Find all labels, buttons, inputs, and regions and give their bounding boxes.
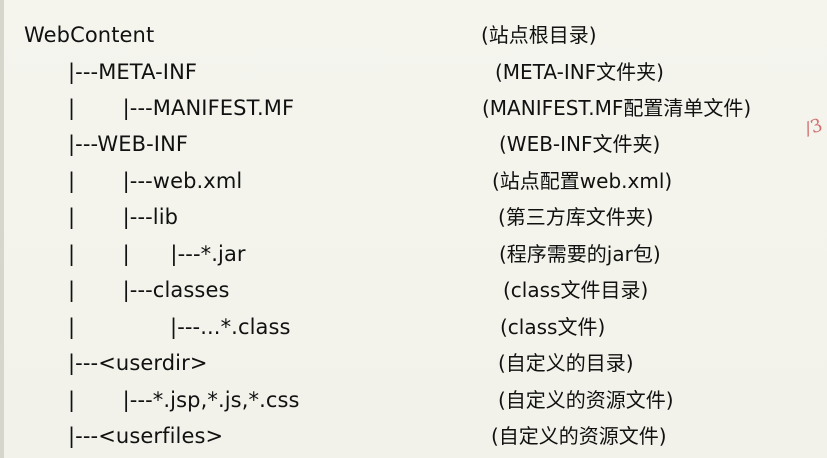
tree-row-class-files: | |---...*.class (class文件)	[0, 310, 827, 344]
tree-row-web-xml: | |---web.xml (站点配置web.xml)	[0, 164, 827, 198]
tree-row-webcontent: WebContent (站点根目录)	[0, 18, 827, 52]
tree-path-manifest: | |---MANIFEST.MF	[68, 96, 295, 120]
tree-path-classes: | |---classes	[68, 278, 230, 302]
tree-row-manifest: | |---MANIFEST.MF (MANIFEST.MF配置清单文件)	[0, 91, 827, 125]
tree-path-webcontent: WebContent	[24, 23, 155, 47]
tree-description-class-files: (class文件)	[500, 315, 606, 339]
tree-path-web-xml: | |---web.xml	[68, 169, 243, 193]
tree-description-lib: (第三方库文件夹)	[498, 205, 654, 229]
tree-row-userdir: |---<userdir> (自定义的目录)	[0, 346, 827, 380]
tree-row-classes: | |---classes (class文件目录)	[0, 273, 827, 307]
tree-path-web-inf: |---WEB-INF	[68, 132, 189, 156]
tree-description-user-resources: (自定义的资源文件)	[498, 388, 674, 412]
tree-path-lib: | |---lib	[68, 205, 179, 229]
tree-path-userdir: |---<userdir>	[68, 351, 208, 375]
tree-description-userfiles: (自定义的资源文件)	[491, 424, 667, 448]
tree-row-user-resources: | |---*.jsp,*.js,*.css (自定义的资源文件)	[0, 383, 827, 417]
tree-description-web-xml: (站点配置web.xml)	[492, 169, 673, 193]
tree-description-meta-inf: (META-INF文件夹)	[495, 60, 664, 84]
tree-path-user-resources: | |---*.jsp,*.js,*.css	[68, 388, 300, 412]
directory-tree: WebContent (站点根目录) |---META-INF (META-IN…	[0, 0, 827, 458]
tree-path-jar: | | |---*.jar	[68, 242, 246, 266]
directory-structure-screenshot: WebContent (站点根目录) |---META-INF (META-IN…	[0, 0, 827, 458]
tree-description-userdir: (自定义的目录)	[498, 351, 634, 375]
tree-path-class-files: | |---...*.class	[68, 315, 291, 339]
tree-description-classes: (class文件目录)	[503, 278, 649, 302]
tree-description-jar: (程序需要的jar包)	[499, 242, 661, 266]
tree-row-web-inf: |---WEB-INF (WEB-INF文件夹)	[0, 127, 827, 161]
tree-description-webcontent: (站点根目录)	[481, 23, 597, 47]
tree-path-userfiles: |---<userfiles>	[68, 424, 224, 448]
tree-row-userfiles: |---<userfiles> (自定义的资源文件)	[0, 419, 827, 453]
tree-description-manifest: (MANIFEST.MF配置清单文件)	[482, 96, 752, 120]
tree-row-lib: | |---lib (第三方库文件夹)	[0, 200, 827, 234]
tree-path-meta-inf: |---META-INF	[68, 60, 198, 84]
tree-row-meta-inf: |---META-INF (META-INF文件夹)	[0, 55, 827, 89]
tree-description-web-inf: (WEB-INF文件夹)	[499, 132, 661, 156]
tree-row-jar: | | |---*.jar (程序需要的jar包)	[0, 237, 827, 271]
